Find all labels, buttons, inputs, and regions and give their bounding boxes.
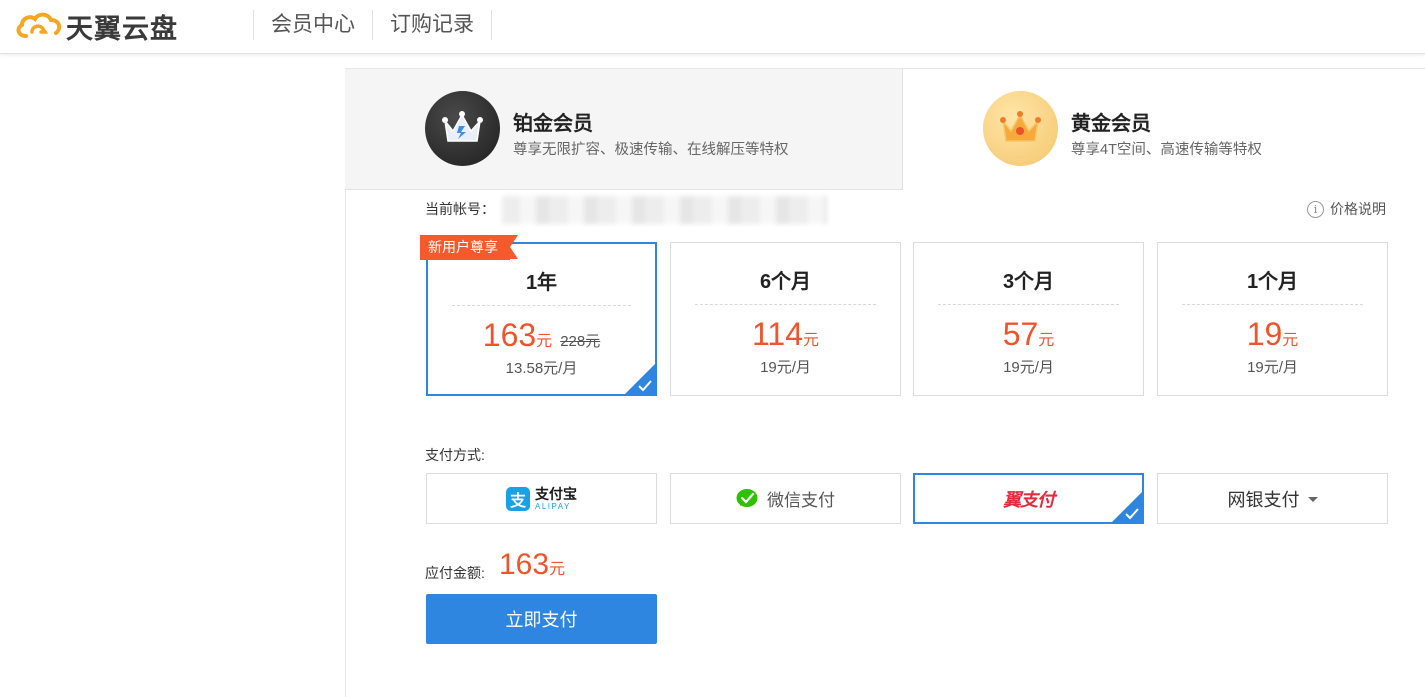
alipay-cn: 支付宝 xyxy=(535,485,577,502)
plan-price-unit: 元 xyxy=(536,333,553,350)
plan-price: 57元 xyxy=(914,316,1143,353)
alipay-en: ALIPAY xyxy=(535,501,571,511)
plan-monthly-price: 19元/月 xyxy=(760,359,811,376)
price-info-link[interactable]: i 价格说明 xyxy=(1307,199,1386,219)
top-nav: 会员中心 订购记录 xyxy=(253,10,492,40)
account-name-redacted xyxy=(502,196,827,224)
plan-price-number: 19 xyxy=(1246,316,1283,352)
new-user-tag: 新用户尊享 xyxy=(420,235,518,260)
current-account-label: 当前帐号： xyxy=(425,201,495,217)
plan-price-unit: 元 xyxy=(1038,332,1055,349)
plan-card-1-year[interactable]: 1年 163元 228元 13.58元/月 xyxy=(426,242,657,396)
tab-platinum-member[interactable]: 铂金会员 尊享无限扩容、极速传输、在线解压等特权 xyxy=(345,69,903,190)
selected-check-icon xyxy=(1111,491,1143,523)
price-info-label: 价格说明 xyxy=(1330,201,1386,217)
plan-monthly-price: 13.58元/月 xyxy=(505,360,578,377)
plan-divider xyxy=(1182,304,1363,305)
plan-title: 1年 xyxy=(525,272,558,294)
selected-check-icon xyxy=(624,363,656,395)
alipay-logo-text: 支付宝 ALIPAY xyxy=(535,487,577,511)
nav-order-records[interactable]: 订购记录 xyxy=(372,10,492,40)
plan-title: 6个月 xyxy=(759,271,812,293)
tier-name-platinum: 铂金会员 xyxy=(513,113,593,135)
amount-number: 163 xyxy=(499,548,550,581)
tianyi-pay-logo: 翼支付 xyxy=(1003,489,1055,510)
caret-down-icon xyxy=(1307,497,1318,502)
plan-original-price: 228元 xyxy=(560,333,601,350)
payment-method-label: 支付方式: xyxy=(425,447,485,463)
pay-option-alipay[interactable]: 支 支付宝 ALIPAY xyxy=(426,473,657,524)
plan-price: 19元 xyxy=(1158,316,1387,353)
pay-option-tianyi[interactable]: 翼支付 xyxy=(913,473,1144,524)
plan-monthly-price: 19元/月 xyxy=(1003,359,1054,376)
cloud-logo-icon xyxy=(16,12,62,38)
plan-title: 3个月 xyxy=(1002,271,1055,293)
amount-due-label: 应付金额: xyxy=(425,565,485,581)
tier-tabs: 铂金会员 尊享无限扩容、极速传输、在线解压等特权 黄金会员 尊享4T空间、高速传… xyxy=(345,68,1425,190)
wechat-icon xyxy=(736,488,758,507)
plan-card-6-months[interactable]: 6个月 114元 19元/月 xyxy=(670,242,901,396)
plan-title: 1个月 xyxy=(1246,271,1299,293)
plan-price-unit: 元 xyxy=(1282,332,1299,349)
plan-price-number: 163 xyxy=(482,317,537,353)
plan-divider xyxy=(452,305,631,306)
gold-crown-icon xyxy=(983,91,1058,166)
tab-gold-member[interactable]: 黄金会员 尊享4T空间、高速传输等特权 xyxy=(903,69,1425,190)
plan-price: 114元 xyxy=(671,316,900,353)
tier-name-gold: 黄金会员 xyxy=(1071,113,1151,135)
pay-option-netbank-dropdown[interactable]: 网银支付 xyxy=(1157,473,1388,524)
plan-card-3-months[interactable]: 3个月 57元 19元/月 xyxy=(913,242,1144,396)
netbank-pay-label: 网银支付 xyxy=(1227,489,1300,510)
wechat-pay-label: 微信支付 xyxy=(767,491,835,510)
plan-card-1-month[interactable]: 1个月 19元 19元/月 xyxy=(1157,242,1388,396)
alipay-icon: 支 xyxy=(506,486,530,511)
pay-now-button[interactable]: 立即支付 xyxy=(426,594,657,644)
platinum-crown-icon xyxy=(425,91,500,166)
logo-text: 天翼云盘 xyxy=(66,13,178,44)
tier-desc-gold: 尊享4T空间、高速传输等特权 xyxy=(1071,142,1262,158)
nav-member-center[interactable]: 会员中心 xyxy=(253,10,372,40)
plan-price-number: 114 xyxy=(751,316,803,352)
plan-divider xyxy=(695,304,876,305)
amount-due-value: 163元 xyxy=(499,548,565,582)
logo[interactable]: 天翼云盘 xyxy=(14,6,178,46)
plan-price-number: 57 xyxy=(1002,316,1039,352)
info-icon: i xyxy=(1307,200,1324,218)
plan-divider xyxy=(938,304,1119,305)
tier-desc-platinum: 尊享无限扩容、极速传输、在线解压等特权 xyxy=(513,142,789,158)
top-header: 天翼云盘 会员中心 订购记录 xyxy=(0,0,1425,54)
amount-unit: 元 xyxy=(549,561,566,578)
pay-option-wechat[interactable]: 微信支付 xyxy=(670,473,901,524)
plan-price-unit: 元 xyxy=(803,332,820,349)
plan-price: 163元 228元 xyxy=(428,317,655,354)
plan-monthly-price: 19元/月 xyxy=(1247,359,1298,376)
